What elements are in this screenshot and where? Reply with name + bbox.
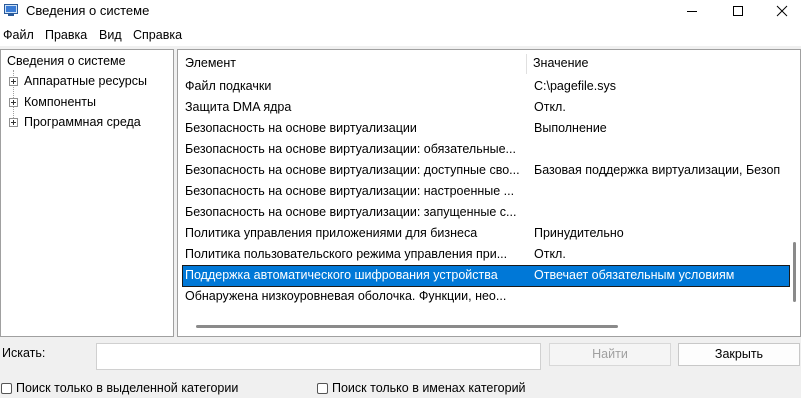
cell-element: Безопасность на основе виртуализации: за… — [185, 205, 517, 219]
cell-value: C:\pagefile.sys — [534, 79, 616, 93]
cell-value: Откл. — [534, 247, 566, 261]
search-label: Искать: — [2, 346, 46, 360]
checkbox-label: Поиск только в именах категорий — [332, 381, 526, 395]
close-button[interactable]: Закрыть — [678, 343, 800, 366]
window-title: Сведения о системе — [26, 3, 150, 18]
cell-element: Безопасность на основе виртуализации: до… — [185, 163, 520, 177]
table-row[interactable]: Политика управления приложениями для биз… — [183, 224, 789, 244]
checkbox-label: Поиск только в выделенной категории — [16, 381, 239, 395]
minimize-icon — [687, 11, 697, 12]
cell-element: Обнаружена низкоуровневая оболочка. Функ… — [185, 289, 507, 303]
tree-item-label: Программная среда — [24, 115, 141, 129]
minimize-button[interactable] — [670, 0, 714, 22]
title-bar: Сведения о системе — [0, 0, 801, 22]
cell-element: Безопасность на основе виртуализации: на… — [185, 184, 515, 198]
cell-element: Политика управления приложениями для биз… — [185, 226, 478, 240]
cell-element: Политика пользовательского режима управл… — [185, 247, 508, 261]
tree-item-label: Аппаратные ресурсы — [24, 74, 147, 88]
cell-value: Базовая поддержка виртуализации, Безоп — [534, 163, 781, 177]
expand-icon[interactable] — [9, 98, 18, 107]
tree-item-label: Компоненты — [24, 95, 97, 109]
column-header-element[interactable]: Элемент — [185, 50, 236, 76]
cell-element: Безопасность на основе виртуализации — [185, 121, 417, 135]
column-divider[interactable] — [526, 54, 527, 74]
close-icon — [776, 5, 788, 17]
checkbox-box[interactable] — [317, 383, 328, 394]
column-header-value[interactable]: Значение — [533, 50, 588, 76]
table-row[interactable]: Защита DMA ядра Откл. — [183, 98, 789, 118]
table-row[interactable]: Безопасность на основе виртуализации: за… — [183, 203, 789, 223]
cell-value: Принудительно — [534, 226, 624, 240]
menu-view[interactable]: Вид — [99, 28, 122, 42]
search-input[interactable] — [96, 343, 541, 370]
system-information-app-icon — [4, 4, 18, 16]
vertical-scrollbar[interactable] — [793, 242, 796, 302]
cell-value: Отвечает обязательным условиям — [534, 268, 735, 282]
cell-element: Защита DMA ядра — [185, 100, 292, 114]
cell-value: Откл. — [534, 100, 566, 114]
maximize-button[interactable] — [716, 0, 760, 22]
close-window-button[interactable] — [760, 0, 801, 22]
menu-help[interactable]: Справка — [133, 28, 182, 42]
menu-edit[interactable]: Правка — [45, 28, 87, 42]
category-tree[interactable]: Сведения о системе Аппаратные ресурсы Ко… — [0, 49, 174, 337]
search-category-names-checkbox[interactable]: Поиск только в именах категорий — [317, 381, 547, 397]
menu-bar: Файл Правка Вид Справка — [0, 22, 801, 46]
table-row[interactable]: Безопасность на основе виртуализации: на… — [183, 182, 789, 202]
table-row[interactable]: Безопасность на основе виртуализации Вып… — [183, 119, 789, 139]
tree-root-system-summary[interactable]: Сведения о системе — [5, 54, 128, 68]
cell-element: Поддержка автоматического шифрования уст… — [185, 268, 498, 282]
cell-value: Выполнение — [534, 121, 607, 135]
table-row[interactable]: Политика пользовательского режима управл… — [183, 245, 789, 265]
table-row-selected[interactable]: Поддержка автоматического шифрования уст… — [182, 265, 790, 287]
search-selected-category-checkbox[interactable]: Поиск только в выделенной категории — [1, 381, 261, 397]
table-row[interactable]: Обнаружена низкоуровневая оболочка. Функ… — [183, 287, 789, 307]
table-row[interactable]: Безопасность на основе виртуализации: до… — [183, 161, 789, 181]
maximize-icon — [733, 6, 743, 16]
horizontal-scrollbar[interactable] — [196, 325, 618, 328]
expand-icon[interactable] — [9, 77, 18, 86]
cell-element: Безопасность на основе виртуализации: об… — [185, 142, 516, 156]
table-row[interactable]: Файл подкачки C:\pagefile.sys — [183, 77, 789, 97]
table-row[interactable]: Безопасность на основе виртуализации: об… — [183, 140, 789, 160]
expand-icon[interactable] — [9, 118, 18, 127]
checkbox-box[interactable] — [1, 383, 12, 394]
details-list[interactable]: Элемент Значение Файл подкачки C:\pagefi… — [177, 49, 801, 337]
cell-element: Файл подкачки — [185, 79, 272, 93]
find-button[interactable]: Найти — [549, 343, 671, 366]
menu-file[interactable]: Файл — [3, 28, 34, 42]
